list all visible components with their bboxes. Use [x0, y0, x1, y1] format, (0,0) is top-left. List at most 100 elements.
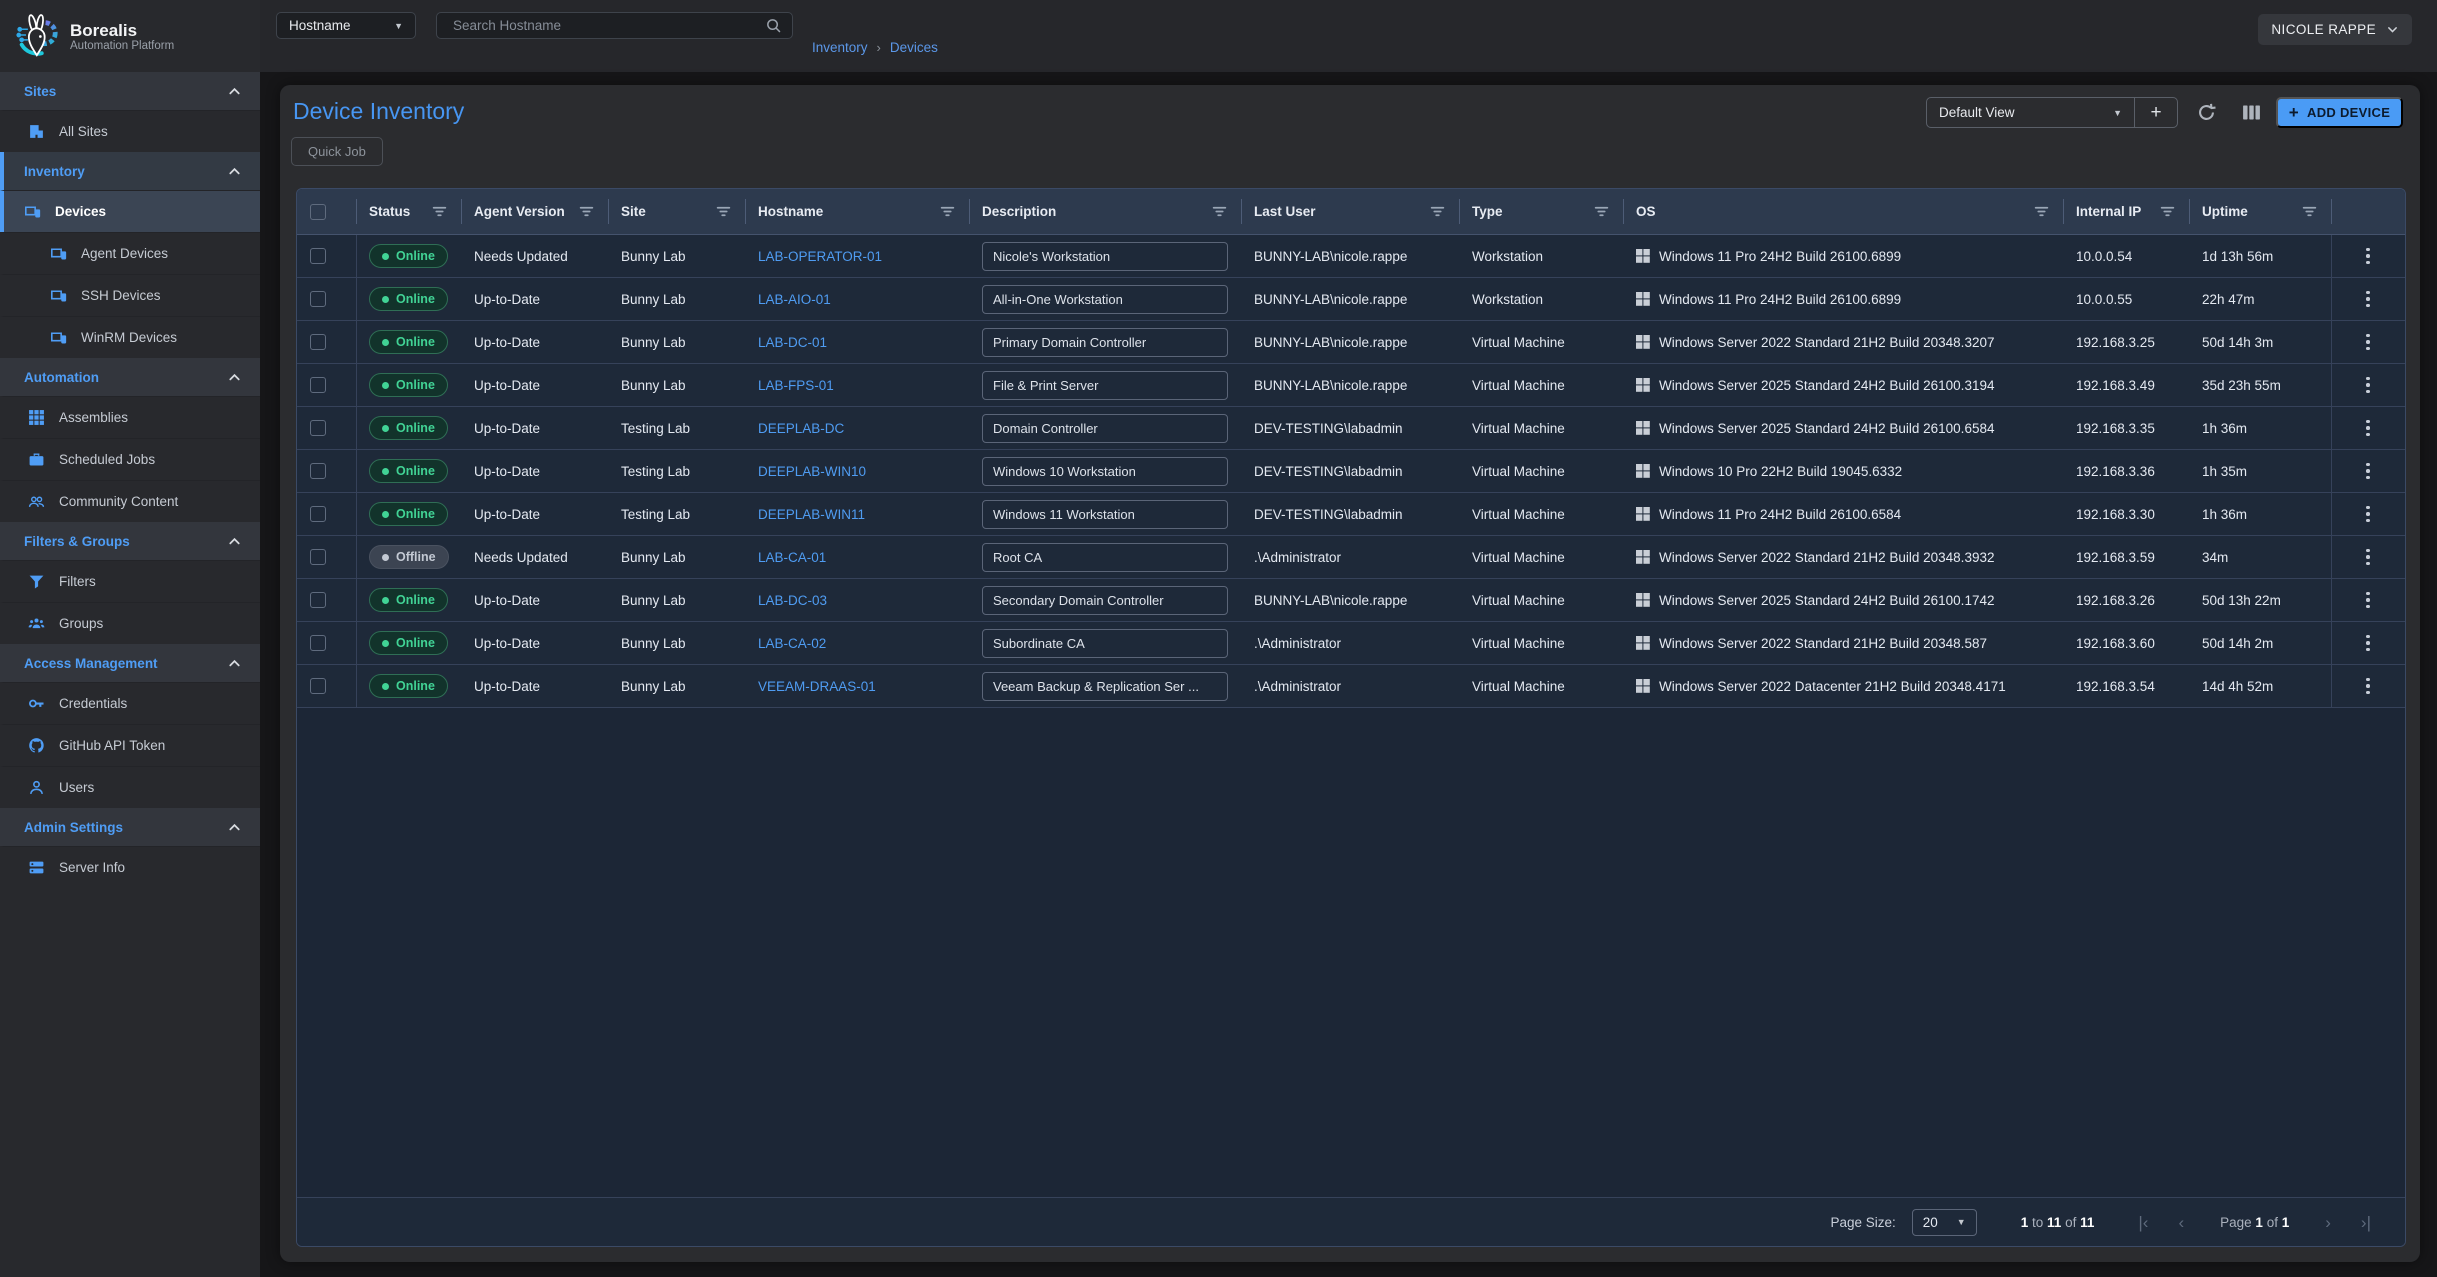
sidebar-section-inventory[interactable]: Inventory — [0, 152, 260, 190]
column-header-hostname[interactable]: Hostname — [745, 189, 969, 234]
table-row[interactable]: Online Up-to-Date Bunny Lab LAB-DC-03 Se… — [297, 579, 2405, 622]
sidebar-item-devices[interactable]: Devices — [0, 190, 260, 232]
row-actions-kebab-icon[interactable] — [2362, 416, 2374, 441]
description-field[interactable]: Primary Domain Controller — [982, 328, 1228, 357]
sidebar-section-sites[interactable]: Sites — [0, 72, 260, 110]
filter-icon[interactable] — [939, 203, 956, 220]
filter-icon[interactable] — [2159, 203, 2176, 220]
select-all-checkbox[interactable] — [310, 204, 326, 220]
sidebar-item-server-info[interactable]: Server Info — [0, 846, 260, 888]
refresh-button[interactable] — [2196, 102, 2217, 123]
row-actions-kebab-icon[interactable] — [2362, 502, 2374, 527]
hostname-link[interactable]: LAB-AIO-01 — [745, 278, 969, 320]
sidebar-section-admin-settings[interactable]: Admin Settings — [0, 808, 260, 846]
filter-icon[interactable] — [2033, 203, 2050, 220]
search-box[interactable] — [436, 12, 793, 39]
column-header-agent-version[interactable]: Agent Version — [461, 189, 608, 234]
hostname-link[interactable]: LAB-CA-01 — [745, 536, 969, 578]
sidebar-item-assemblies[interactable]: Assemblies — [0, 396, 260, 438]
row-checkbox[interactable] — [310, 291, 326, 307]
row-checkbox[interactable] — [310, 377, 326, 393]
column-header-type[interactable]: Type — [1459, 189, 1623, 234]
row-actions-kebab-icon[interactable] — [2362, 631, 2374, 656]
last-page-button[interactable]: ›| — [2361, 1214, 2371, 1231]
hostname-link[interactable]: DEEPLAB-DC — [745, 407, 969, 449]
description-field[interactable]: All-in-One Workstation — [982, 285, 1228, 314]
search-input[interactable] — [451, 17, 765, 34]
sidebar-item-filters[interactable]: Filters — [0, 560, 260, 602]
hostname-link[interactable]: VEEAM-DRAAS-01 — [745, 665, 969, 707]
filter-icon[interactable] — [1593, 203, 1610, 220]
description-field[interactable]: Secondary Domain Controller — [982, 586, 1228, 615]
description-field[interactable]: Root CA — [982, 543, 1228, 572]
hostname-link[interactable]: LAB-DC-01 — [745, 321, 969, 363]
row-actions-kebab-icon[interactable] — [2362, 674, 2374, 699]
first-page-button[interactable]: |‹ — [2138, 1214, 2148, 1231]
sidebar-item-credentials[interactable]: Credentials — [0, 682, 260, 724]
column-header-description[interactable]: Description — [969, 189, 1241, 234]
table-row[interactable]: Online Up-to-Date Testing Lab DEEPLAB-WI… — [297, 493, 2405, 536]
row-checkbox[interactable] — [310, 549, 326, 565]
filter-icon[interactable] — [431, 203, 448, 220]
row-actions-kebab-icon[interactable] — [2362, 373, 2374, 398]
hostname-link[interactable]: LAB-CA-02 — [745, 622, 969, 664]
hostname-link[interactable]: LAB-FPS-01 — [745, 364, 969, 406]
description-field[interactable]: File & Print Server — [982, 371, 1228, 400]
row-actions-kebab-icon[interactable] — [2362, 545, 2374, 570]
row-checkbox[interactable] — [310, 678, 326, 694]
table-row[interactable]: Online Up-to-Date Testing Lab DEEPLAB-DC… — [297, 407, 2405, 450]
column-header-status[interactable]: Status — [356, 189, 461, 234]
row-checkbox[interactable] — [310, 334, 326, 350]
sidebar-item-users[interactable]: Users — [0, 766, 260, 808]
row-checkbox[interactable] — [310, 506, 326, 522]
row-actions-kebab-icon[interactable] — [2362, 287, 2374, 312]
breadcrumb-inventory[interactable]: Inventory — [812, 40, 868, 55]
column-header-internal-ip[interactable]: Internal IP — [2063, 189, 2189, 234]
filter-icon[interactable] — [578, 203, 595, 220]
sidebar-item-community-content[interactable]: Community Content — [0, 480, 260, 522]
quick-job-button[interactable]: Quick Job — [291, 137, 383, 166]
sidebar-item-agent-devices[interactable]: Agent Devices — [0, 232, 260, 274]
row-checkbox[interactable] — [310, 420, 326, 436]
table-row[interactable]: Online Needs Updated Bunny Lab LAB-OPERA… — [297, 235, 2405, 278]
add-device-button[interactable]: + ADD DEVICE — [2276, 97, 2403, 128]
filter-icon[interactable] — [1211, 203, 1228, 220]
row-checkbox[interactable] — [310, 463, 326, 479]
row-checkbox[interactable] — [310, 248, 326, 264]
columns-button[interactable] — [2241, 102, 2262, 123]
row-actions-kebab-icon[interactable] — [2362, 588, 2374, 613]
sidebar-item-groups[interactable]: Groups — [0, 602, 260, 644]
view-select[interactable]: Default View ▼ — [1927, 105, 2134, 120]
add-view-button[interactable]: + — [2134, 98, 2177, 127]
description-field[interactable]: Nicole's Workstation — [982, 242, 1228, 271]
sidebar-item-ssh-devices[interactable]: SSH Devices — [0, 274, 260, 316]
description-field[interactable]: Veeam Backup & Replication Ser ... — [982, 672, 1228, 701]
table-row[interactable]: Online Up-to-Date Bunny Lab LAB-FPS-01 F… — [297, 364, 2405, 407]
row-checkbox[interactable] — [310, 635, 326, 651]
hostname-link[interactable]: DEEPLAB-WIN11 — [745, 493, 969, 535]
search-field-select[interactable]: Hostname ▼ — [276, 12, 416, 39]
hostname-link[interactable]: LAB-OPERATOR-01 — [745, 235, 969, 277]
column-header-site[interactable]: Site — [608, 189, 745, 234]
row-checkbox[interactable] — [310, 592, 326, 608]
filter-icon[interactable] — [715, 203, 732, 220]
previous-page-button[interactable]: ‹ — [2178, 1214, 2184, 1231]
sidebar-section-automation[interactable]: Automation — [0, 358, 260, 396]
description-field[interactable]: Domain Controller — [982, 414, 1228, 443]
table-row[interactable]: Offline Needs Updated Bunny Lab LAB-CA-0… — [297, 536, 2405, 579]
filter-icon[interactable] — [1429, 203, 1446, 220]
user-menu[interactable]: NICOLE RAPPE — [2258, 14, 2412, 45]
column-header-uptime[interactable]: Uptime — [2189, 189, 2331, 234]
breadcrumb-devices[interactable]: Devices — [890, 40, 938, 55]
page-size-select[interactable]: 20 ▼ — [1912, 1209, 1977, 1236]
row-actions-kebab-icon[interactable] — [2362, 459, 2374, 484]
hostname-link[interactable]: DEEPLAB-WIN10 — [745, 450, 969, 492]
search-icon[interactable] — [765, 17, 782, 34]
hostname-link[interactable]: LAB-DC-03 — [745, 579, 969, 621]
column-header-last-user[interactable]: Last User — [1241, 189, 1459, 234]
sidebar-item-github-api-token[interactable]: GitHub API Token — [0, 724, 260, 766]
description-field[interactable]: Subordinate CA — [982, 629, 1228, 658]
description-field[interactable]: Windows 11 Workstation — [982, 500, 1228, 529]
table-row[interactable]: Online Up-to-Date Bunny Lab LAB-DC-01 Pr… — [297, 321, 2405, 364]
filter-icon[interactable] — [2301, 203, 2318, 220]
